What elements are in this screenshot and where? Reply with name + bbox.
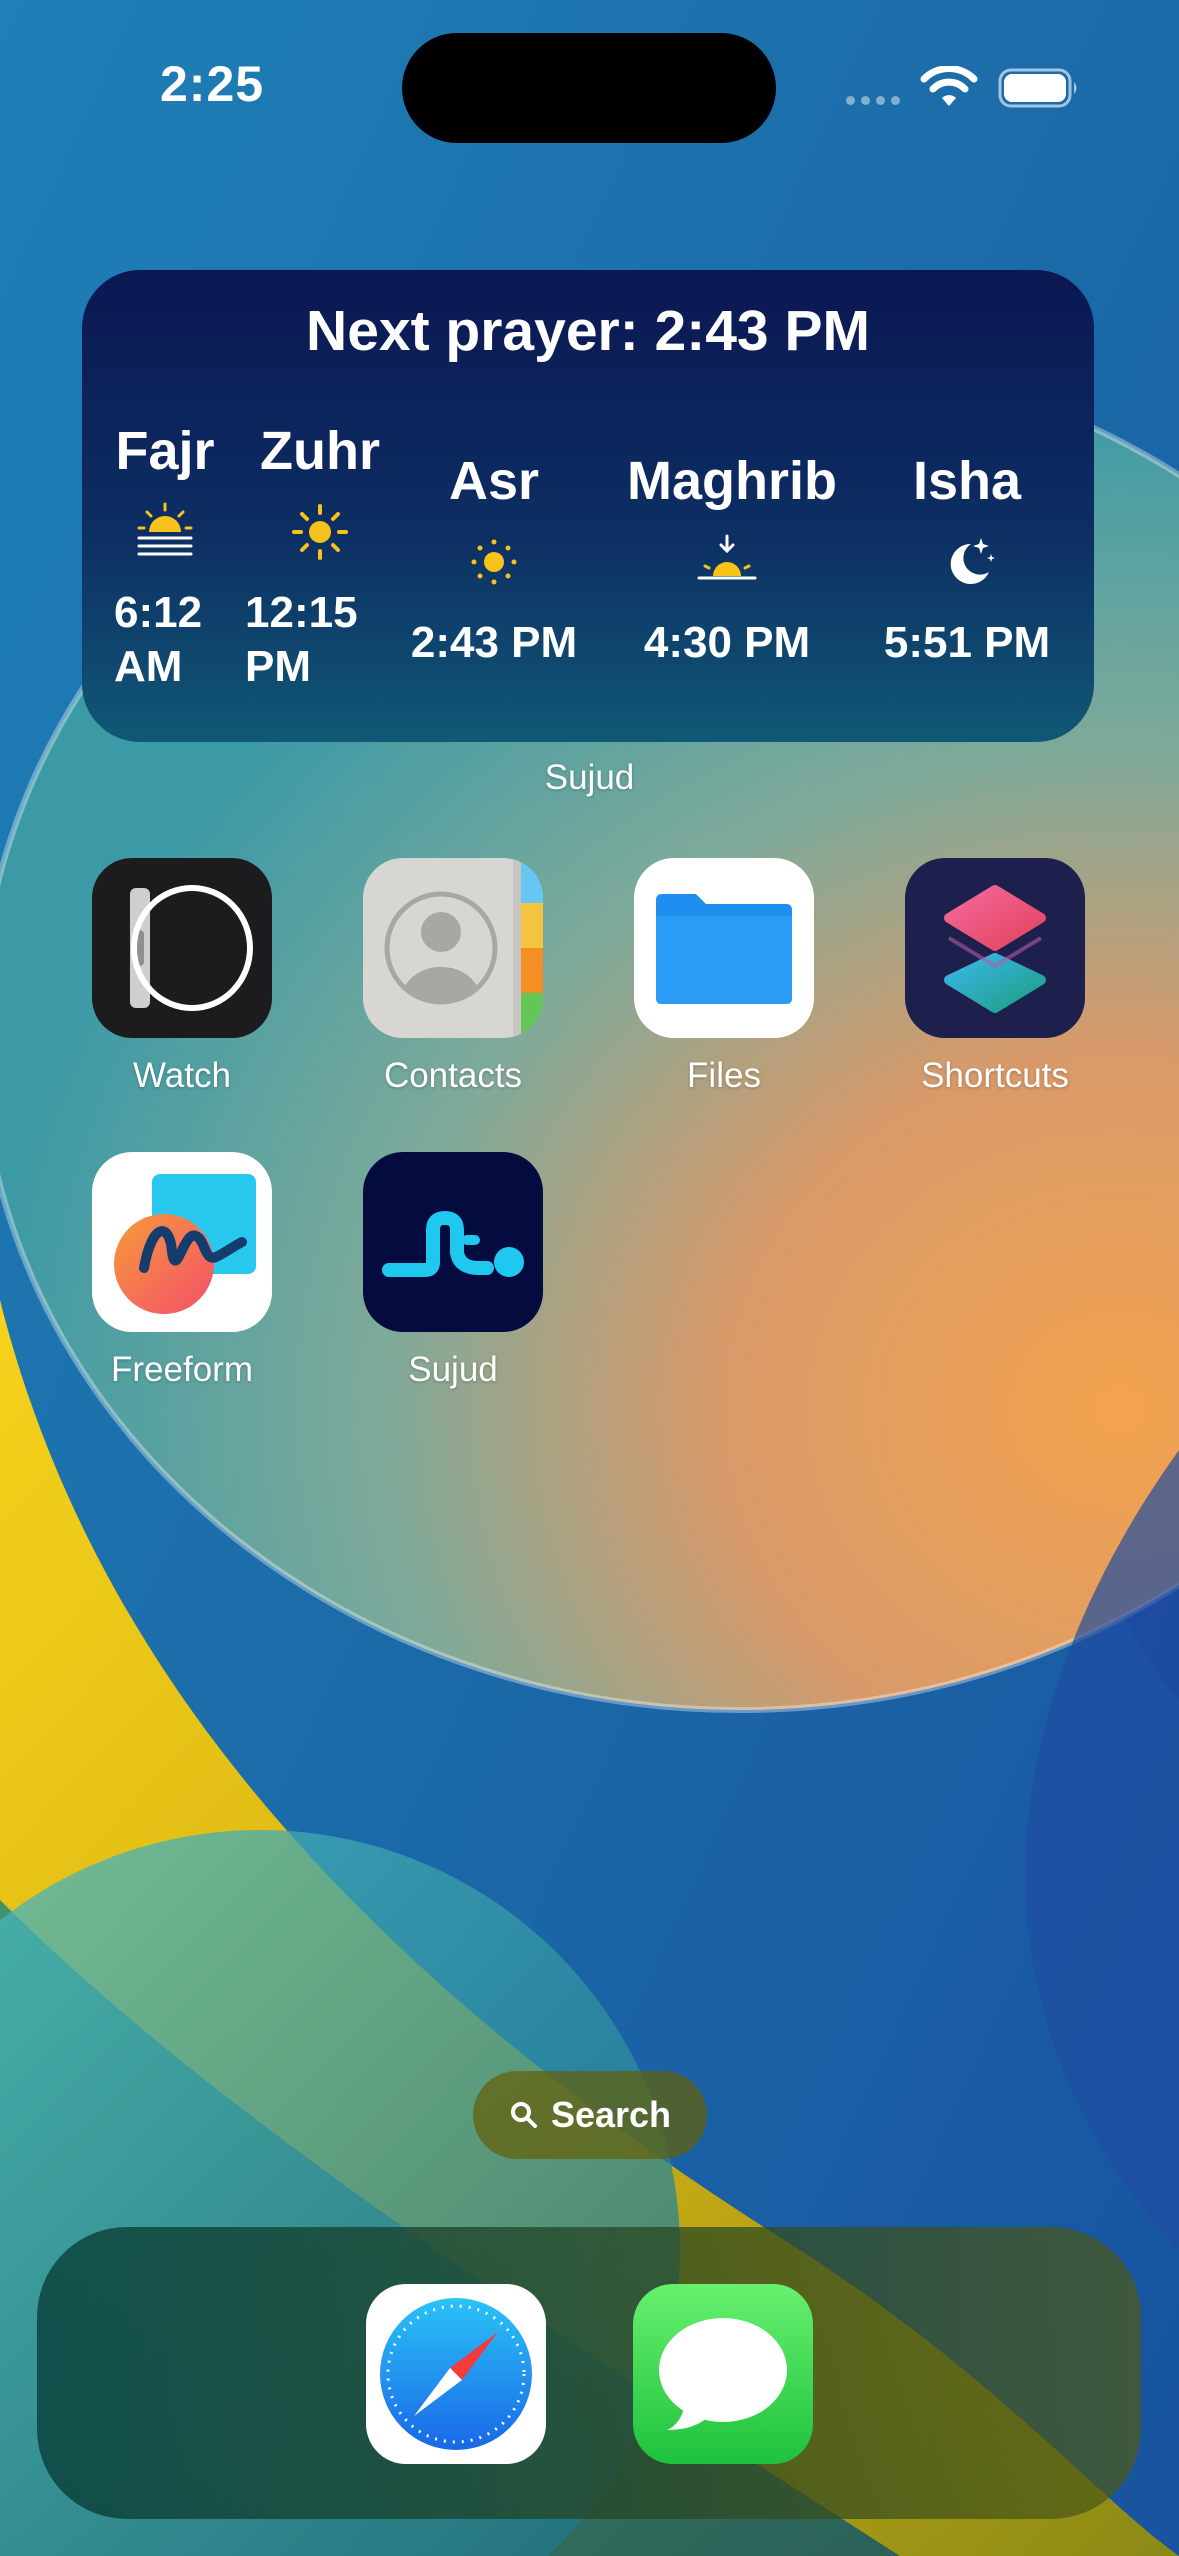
app-sujud[interactable]: Sujud (353, 1152, 553, 1390)
files-app-icon[interactable] (634, 858, 814, 1038)
prayer-column-fajr: Fajr 6:12 AM (100, 420, 230, 694)
next-prayer-header: Next prayer: 2:43 PM (306, 299, 870, 363)
sun-small-icon (471, 539, 517, 585)
search-icon (510, 2102, 537, 2128)
safari-icon[interactable] (366, 2284, 546, 2464)
app-files[interactable]: Files (624, 858, 824, 1096)
sunrise-icon (137, 502, 193, 556)
app-freeform[interactable]: Freeform (82, 1152, 282, 1390)
app-shortcuts[interactable]: Shortcuts (895, 858, 1095, 1096)
prayer-name: Asr (448, 451, 540, 511)
prayer-name: Maghrib (627, 451, 837, 511)
watch-app-icon[interactable] (92, 858, 272, 1038)
prayer-times-widget[interactable]: Next prayer: 2:43 PM Fajr 6:12 AM Zuhr 1… (82, 270, 1094, 742)
dock (37, 2227, 1141, 2519)
app-label: Shortcuts (921, 1056, 1069, 1095)
shortcuts-app-icon[interactable] (905, 858, 1085, 1038)
search-label: Search (550, 2094, 672, 2135)
cellular-signal-icon (846, 96, 900, 105)
prayer-time: 12:15 PM (245, 588, 358, 691)
widget-app-label: Sujud (544, 758, 635, 797)
prayer-column-maghrib: Maghrib 4:30 PM (627, 450, 837, 670)
status-time: 2:25 (160, 56, 265, 112)
sunset-icon (697, 534, 757, 580)
prayer-column-asr: Asr 2:43 PM (404, 450, 584, 670)
prayer-column-isha: Isha 5:51 PM (872, 450, 1062, 670)
wifi-icon (920, 66, 978, 106)
dynamic-island (402, 33, 776, 143)
search-button[interactable]: Search (473, 2071, 707, 2159)
app-contacts[interactable]: Contacts (353, 858, 553, 1096)
app-label: Watch (133, 1056, 231, 1095)
freeform-app-icon[interactable] (92, 1152, 272, 1332)
messages-icon[interactable] (633, 2284, 813, 2464)
app-label: Files (687, 1056, 761, 1095)
prayer-time: 5:51 PM (883, 618, 1051, 667)
prayer-name: Zuhr (260, 421, 380, 481)
sun-icon (292, 504, 348, 560)
contacts-app-icon[interactable] (363, 858, 543, 1038)
prayer-time: 2:43 PM (410, 618, 578, 667)
moon-stars-icon (950, 538, 995, 584)
app-watch[interactable]: Watch (82, 858, 282, 1096)
app-label: Sujud (408, 1350, 498, 1389)
prayer-name: Isha (912, 451, 1022, 511)
prayer-name: Fajr (115, 421, 215, 481)
prayer-time: 4:30 PM (643, 618, 811, 667)
sujud-app-icon[interactable] (363, 1152, 543, 1332)
battery-icon (998, 68, 1077, 108)
app-label: Freeform (111, 1350, 253, 1389)
prayer-column-zuhr: Zuhr 12:15 PM (245, 420, 395, 694)
prayer-time: 6:12 AM (114, 588, 203, 691)
app-label: Contacts (383, 1056, 523, 1095)
